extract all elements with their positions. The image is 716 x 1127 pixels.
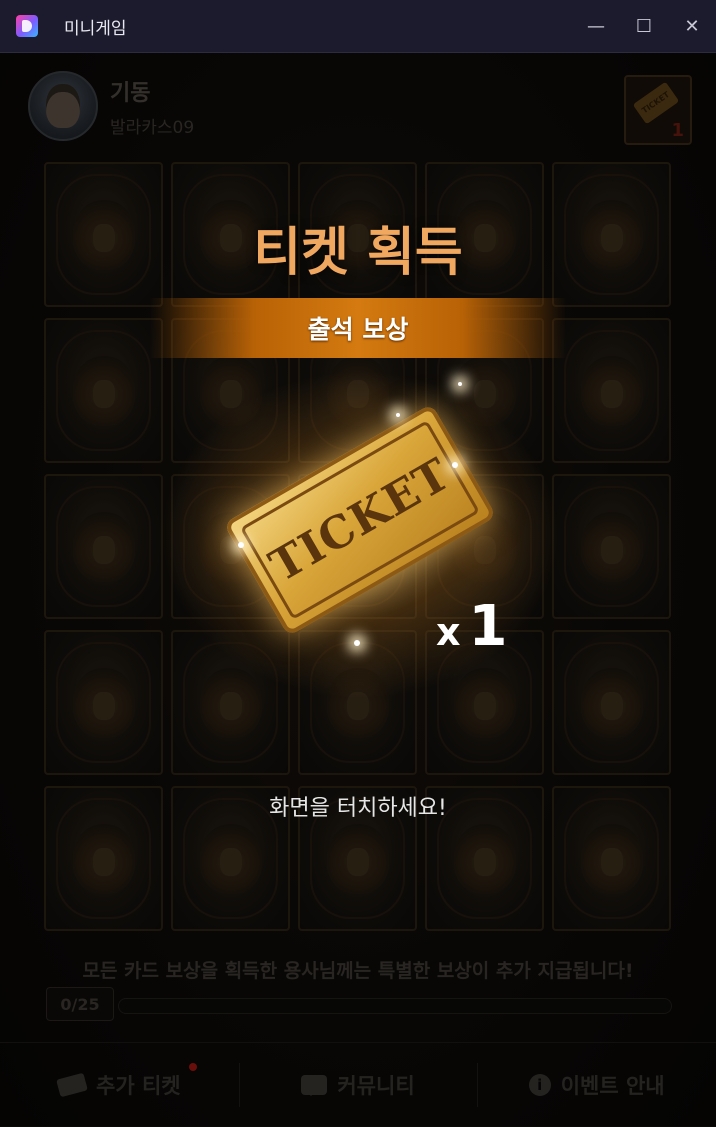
close-button[interactable]: ✕ bbox=[668, 0, 716, 52]
window-controls: — ☐ ✕ bbox=[572, 0, 716, 52]
maximize-button[interactable]: ☐ bbox=[620, 0, 668, 52]
quantity-prefix: x bbox=[436, 610, 461, 654]
quantity-value: 1 bbox=[468, 594, 508, 659]
reward-title: 티켓 획득 bbox=[253, 223, 463, 283]
app-logo-icon bbox=[16, 15, 38, 37]
minimize-button[interactable]: — bbox=[572, 0, 620, 52]
reward-quantity: x 1 bbox=[436, 594, 507, 659]
window-title: 미니게임 bbox=[64, 18, 127, 39]
sparkle-icon bbox=[238, 542, 244, 548]
sparkle-icon bbox=[452, 462, 458, 468]
sparkle-icon bbox=[458, 382, 462, 386]
sparkle-icon bbox=[396, 413, 400, 417]
reward-banner: 출석 보상 bbox=[150, 298, 566, 358]
reward-subtitle: 출석 보상 bbox=[307, 315, 409, 344]
touch-prompt: 화면을 터치하세요! bbox=[269, 796, 447, 821]
window-titlebar: 미니게임 — ☐ ✕ bbox=[0, 0, 716, 53]
sparkle-icon bbox=[354, 640, 360, 646]
